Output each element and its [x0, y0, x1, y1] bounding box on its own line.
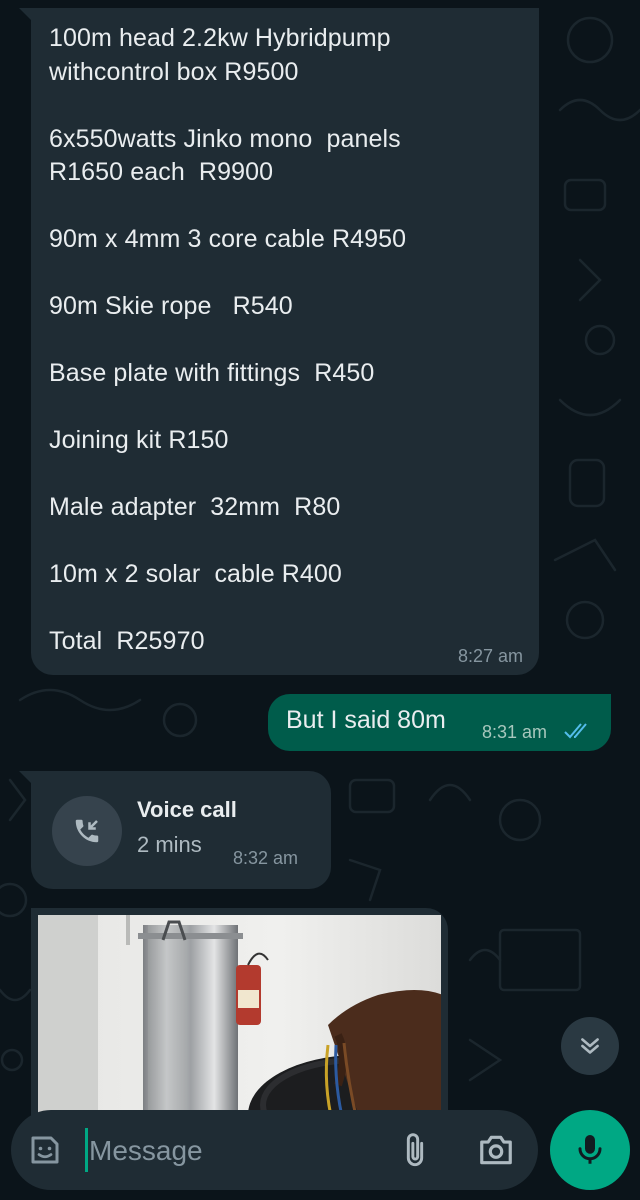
quote-line: Male adapter 32mm R80 [49, 493, 341, 521]
image-message[interactable] [31, 908, 448, 1128]
voice-call-message[interactable]: Voice call 2 mins 8:32 am [31, 771, 331, 889]
quote-line: 100m head 2.2kw Hybridpump [49, 24, 391, 52]
double-chevron-down-icon [581, 1038, 599, 1054]
quote-line: 90m x 4mm 3 core cable R4950 [49, 225, 407, 253]
chat-screen: 100m head 2.2kw Hybridpump withcontrol bo… [0, 0, 640, 1200]
bubble-tail [19, 8, 33, 22]
quote-line: 90m Skie rope R540 [49, 292, 293, 320]
microphone-icon [578, 1135, 602, 1164]
message-composer [11, 1110, 538, 1190]
quote-line: 10m x 2 solar cable R400 [49, 560, 342, 588]
scroll-to-bottom-button[interactable] [561, 1017, 619, 1075]
message-time: 8:31 am [482, 722, 548, 742]
sticker-icon[interactable] [27, 1132, 63, 1168]
quote-line: withcontrol box R9500 [49, 57, 299, 86]
quote-line: R1650 each R9900 [49, 158, 274, 186]
quote-line: 6x550watts Jinko mono panels [49, 124, 401, 153]
voice-record-button[interactable] [550, 1110, 630, 1190]
message-text: But I said 80m [286, 706, 446, 734]
message-input[interactable] [87, 1126, 391, 1176]
quote-line: Total R25970 [49, 627, 205, 655]
message-time: 8:27 am [457, 646, 523, 666]
quote-line: Joining kit R150 [49, 426, 229, 454]
call-icon-container [52, 796, 122, 866]
outgoing-message[interactable]: But I said 80m 8:31 am [268, 694, 611, 751]
camera-icon[interactable] [477, 1132, 515, 1168]
quote-line: Base plate with fittings R450 [49, 359, 375, 387]
missed-call-incoming-icon [75, 819, 99, 843]
incoming-message-quote[interactable]: 100m head 2.2kw Hybridpump withcontrol bo… [31, 8, 539, 675]
quote-text: 100m head 2.2kw Hybridpump withcontrol bo… [49, 22, 521, 659]
paperclip-icon[interactable] [399, 1130, 431, 1170]
call-duration: 2 mins [137, 832, 202, 857]
photo-thumbnail[interactable] [38, 915, 441, 1128]
call-title: Voice call [137, 797, 237, 822]
message-time: 8:32 am [233, 848, 299, 868]
read-ticks-icon [564, 723, 587, 739]
